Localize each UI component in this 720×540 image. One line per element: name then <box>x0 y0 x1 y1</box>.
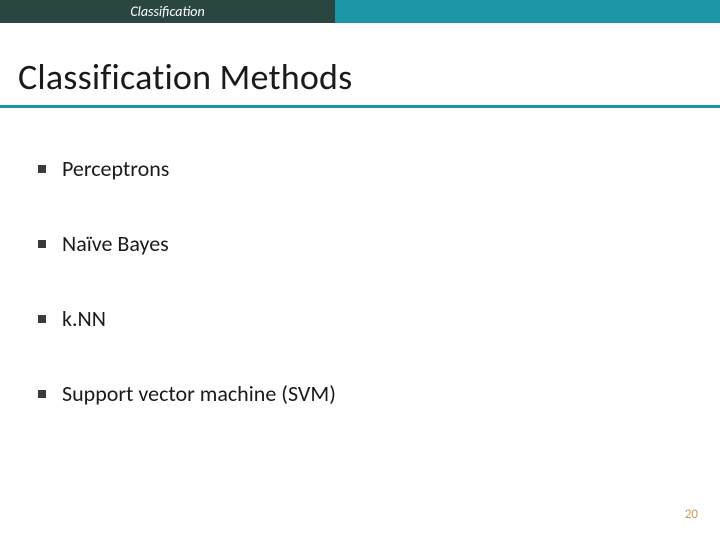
list-item-label: Naïve Bayes <box>62 230 169 257</box>
list-item: Support vector machine (SVM) <box>38 380 680 407</box>
list-item: Naïve Bayes <box>38 230 680 257</box>
slide-title: Classification Methods <box>18 55 352 99</box>
list-item-label: Support vector machine (SVM) <box>62 380 336 407</box>
header-tab-label: Classification <box>130 3 204 20</box>
header-tab: Classification <box>0 0 335 23</box>
bullet-square-icon <box>38 315 46 323</box>
list-item-label: Perceptrons <box>62 155 169 182</box>
list-item-label: k.NN <box>62 305 106 332</box>
bullet-list: Perceptrons Naïve Bayes k.NN Support vec… <box>38 155 680 455</box>
bullet-square-icon <box>38 240 46 248</box>
title-underline <box>0 105 720 108</box>
bullet-square-icon <box>38 390 46 398</box>
list-item: Perceptrons <box>38 155 680 182</box>
list-item: k.NN <box>38 305 680 332</box>
page-number: 20 <box>685 507 698 522</box>
bullet-square-icon <box>38 165 46 173</box>
